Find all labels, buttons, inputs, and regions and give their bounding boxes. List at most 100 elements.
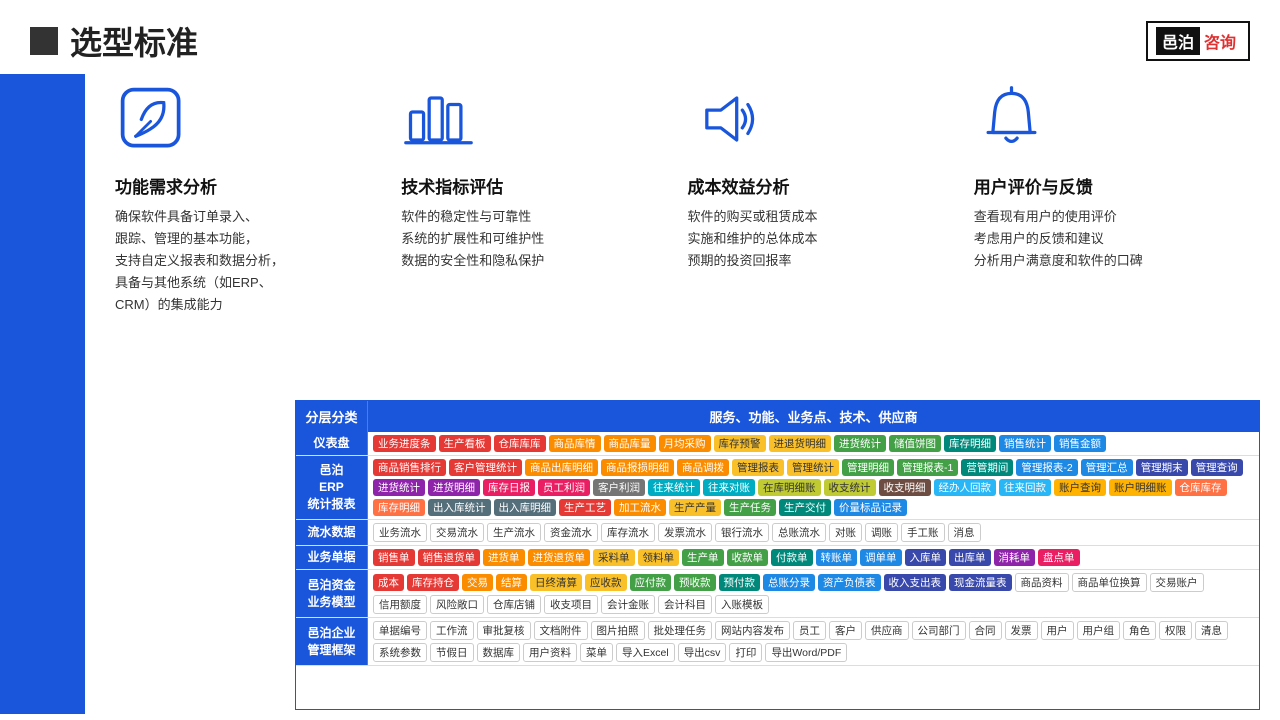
tag-1-23: 收支明细 <box>879 479 931 496</box>
tag-4-22: 入账模板 <box>715 595 769 614</box>
table-row: 业务单据销售单销售退货单进货单进货退货单采料单领料单生产单收款单付款单转账单调单… <box>296 546 1259 570</box>
tag-3-6: 生产单 <box>682 549 724 566</box>
tag-1-34: 生产产量 <box>669 499 721 516</box>
tag-2-5: 发票流水 <box>658 523 712 542</box>
tag-1-22: 收支统计 <box>824 479 876 496</box>
tag-1-27: 账户明细账 <box>1109 479 1172 496</box>
tag-2-8: 对账 <box>829 523 862 542</box>
tag-5-21: 用户资料 <box>523 643 577 662</box>
tag-5-18: 系统参数 <box>373 643 427 662</box>
main-content: 功能需求分析 确保软件具备订单录入、跟踪、管理的基本功能，支持自定义报表和数据分… <box>0 74 1280 714</box>
tag-0-10: 库存明细 <box>944 435 996 452</box>
tag-1-15: 进货明细 <box>428 479 480 496</box>
tag-4-0: 成本 <box>373 574 404 591</box>
tag-4-20: 会计金账 <box>601 595 655 614</box>
tag-1-0: 商品销售排行 <box>373 459 446 476</box>
tag-5-3: 文档附件 <box>534 621 588 640</box>
row-content-5: 单据编号工作流审批复核文档附件图片拍照批处理任务网站内容发布员工客户供应商公司部… <box>368 618 1259 665</box>
row-label-0: 仪表盘 <box>296 432 368 455</box>
tag-3-0: 销售单 <box>373 549 415 566</box>
row-content-2: 业务流水交易流水生产流水资金流水库存流水发票流水银行流水总账流水对账调账手工账消… <box>368 520 1259 545</box>
row-content-0: 业务进度条生产看板仓库库库商品库情商品库量月均采购库存预警进退货明细进货统计储值… <box>368 432 1259 455</box>
tag-2-10: 手工账 <box>901 523 945 542</box>
tag-1-25: 往来回款 <box>999 479 1051 496</box>
tag-1-16: 库存日报 <box>483 479 535 496</box>
section4-title: 用户评价与反馈 <box>974 173 1093 198</box>
tag-1-6: 管理统计 <box>787 459 839 476</box>
tag-5-1: 工作流 <box>430 621 474 640</box>
tag-2-0: 业务流水 <box>373 523 427 542</box>
tag-5-25: 打印 <box>729 643 762 662</box>
header: 选型标准 邑泊 咨询 <box>0 0 1280 74</box>
tag-5-10: 公司部门 <box>912 621 966 640</box>
section-technical: 技术指标评估 软件的稳定性与可靠性系统的扩展性和可维护性数据的安全性和隐私保护 <box>401 84 687 316</box>
icons-row: 功能需求分析 确保软件具备订单录入、跟踪、管理的基本功能，支持自定义报表和数据分… <box>115 84 1260 316</box>
tag-1-8: 管理报表-1 <box>897 459 958 476</box>
section3-desc: 软件的购买或租赁成本实施和维护的总体成本预期的投资回报率 <box>688 206 818 272</box>
tag-3-9: 转账单 <box>816 549 858 566</box>
table-row: 流水数据业务流水交易流水生产流水资金流水库存流水发票流水银行流水总账流水对账调账… <box>296 520 1259 546</box>
tag-4-12: 现金流量表 <box>949 574 1012 591</box>
tag-1-24: 经办人回款 <box>934 479 997 496</box>
speaker-icon <box>688 84 763 159</box>
tag-5-12: 发票 <box>1005 621 1038 640</box>
tag-2-4: 库存流水 <box>601 523 655 542</box>
row-label-1: 邑泊ERP统计报表 <box>296 456 368 519</box>
tag-1-10: 管理报表-2 <box>1016 459 1077 476</box>
tag-4-8: 预付款 <box>719 574 761 591</box>
tag-1-13: 管理查询 <box>1191 459 1243 476</box>
section2-title: 技术指标评估 <box>401 173 503 198</box>
tag-0-6: 库存预警 <box>714 435 766 452</box>
tag-1-28: 仓库库存 <box>1175 479 1227 496</box>
tag-0-4: 商品库量 <box>604 435 656 452</box>
tag-3-14: 盘点单 <box>1038 549 1080 566</box>
tag-3-7: 收款单 <box>727 549 769 566</box>
logo-red-text: 咨询 <box>1200 27 1240 55</box>
tag-4-21: 会计科目 <box>658 595 712 614</box>
tag-4-7: 预收款 <box>674 574 716 591</box>
tag-5-2: 审批复核 <box>477 621 531 640</box>
section2-desc: 软件的稳定性与可靠性系统的扩展性和可维护性数据的安全性和隐私保护 <box>401 206 544 272</box>
tag-4-19: 收支项目 <box>544 595 598 614</box>
tag-2-3: 资金流水 <box>544 523 598 542</box>
section-feedback: 用户评价与反馈 查看现有用户的使用评价考虑用户的反馈和建议分析用户满意度和软件的… <box>974 84 1260 316</box>
tag-2-7: 总账流水 <box>772 523 826 542</box>
tag-3-12: 出库单 <box>949 549 991 566</box>
tag-1-21: 在库明细账 <box>758 479 821 496</box>
tag-4-11: 收入支出表 <box>884 574 947 591</box>
tag-5-15: 角色 <box>1123 621 1156 640</box>
logo-black-text: 邑泊 <box>1156 27 1200 55</box>
tag-4-2: 交易 <box>462 574 493 591</box>
table-row: 邑泊企业管理框架单据编号工作流审批复核文档附件图片拍照批处理任务网站内容发布员工… <box>296 618 1259 666</box>
blue-sidebar <box>0 74 85 714</box>
section-cost: 成本效益分析 软件的购买或租赁成本实施和维护的总体成本预期的投资回报率 <box>688 84 974 316</box>
tag-4-16: 信用额度 <box>373 595 427 614</box>
tag-2-9: 调账 <box>865 523 898 542</box>
tag-0-7: 进退货明细 <box>769 435 832 452</box>
tag-3-5: 领料单 <box>638 549 680 566</box>
table-header-content: 服务、功能、业务点、技术、供应商 <box>368 401 1259 432</box>
tag-0-2: 仓库库库 <box>494 435 546 452</box>
section1-title: 功能需求分析 <box>115 173 217 198</box>
tag-2-6: 银行流水 <box>715 523 769 542</box>
section4-desc: 查看现有用户的使用评价考虑用户的反馈和建议分析用户满意度和软件的口碑 <box>974 206 1143 272</box>
tag-1-26: 账户查询 <box>1054 479 1106 496</box>
tag-1-31: 出入库明细 <box>494 499 557 516</box>
tag-5-6: 网站内容发布 <box>715 621 790 640</box>
row-label-4: 邑泊资金业务模型 <box>296 570 368 617</box>
tag-0-11: 销售统计 <box>999 435 1051 452</box>
tag-3-11: 入库单 <box>905 549 947 566</box>
tag-1-7: 管理明细 <box>842 459 894 476</box>
tag-1-2: 商品出库明细 <box>525 459 598 476</box>
tag-5-7: 员工 <box>793 621 826 640</box>
tag-5-22: 菜单 <box>580 643 613 662</box>
tag-4-3: 结算 <box>496 574 527 591</box>
tag-0-1: 生产看板 <box>439 435 491 452</box>
tag-1-29: 库存明细 <box>373 499 425 516</box>
row-label-3: 业务单据 <box>296 546 368 569</box>
tag-1-36: 生产交付 <box>779 499 831 516</box>
tag-5-9: 供应商 <box>865 621 909 640</box>
tag-5-0: 单据编号 <box>373 621 427 640</box>
row-content-3: 销售单销售退货单进货单进货退货单采料单领料单生产单收款单付款单转账单调单单入库单… <box>368 546 1259 569</box>
tag-3-10: 调单单 <box>860 549 902 566</box>
